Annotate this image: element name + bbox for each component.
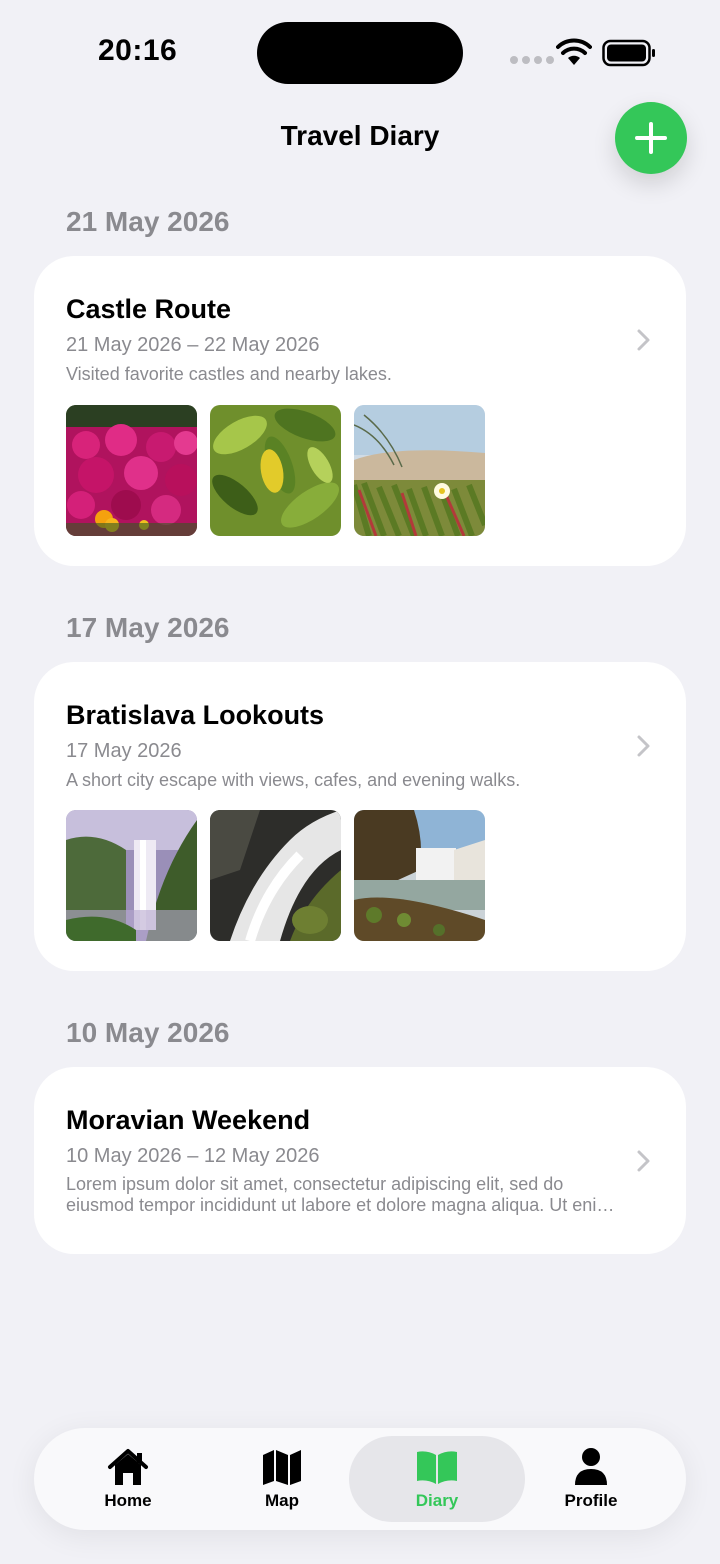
tab-label: Profile bbox=[564, 1491, 618, 1510]
house-icon bbox=[108, 1449, 148, 1485]
plus-icon bbox=[635, 122, 667, 154]
status-time: 20:16 bbox=[98, 34, 178, 67]
page-title: Travel Diary bbox=[280, 120, 440, 151]
chevron-right-icon bbox=[637, 1150, 650, 1172]
entry-title: Castle Route bbox=[66, 294, 232, 324]
flower-field-photo[interactable] bbox=[66, 405, 197, 536]
battery-icon bbox=[602, 39, 655, 67]
dune-flower-photo[interactable] bbox=[354, 405, 485, 536]
cliff-waterfall-photo[interactable] bbox=[354, 810, 485, 941]
cellular-signal-icon bbox=[510, 56, 554, 64]
lemon-leaves-photo[interactable] bbox=[210, 405, 341, 536]
tab-label: Home bbox=[104, 1491, 152, 1510]
tab-label: Diary bbox=[415, 1491, 459, 1510]
entry-dates: 10 May 2026 – 12 May 2026 bbox=[66, 1145, 320, 1167]
date-heading: 10 May 2026 bbox=[66, 1017, 230, 1048]
tab-profile[interactable]: Profile bbox=[503, 1436, 679, 1522]
misty-waterfall-photo[interactable] bbox=[66, 810, 197, 941]
add-entry-button[interactable] bbox=[615, 102, 687, 174]
wifi-icon bbox=[556, 38, 592, 65]
person-icon bbox=[575, 1448, 607, 1485]
entry-dates: 17 May 2026 bbox=[66, 740, 182, 762]
tab-diary[interactable]: Diary bbox=[349, 1436, 525, 1522]
book-icon bbox=[417, 1451, 457, 1484]
diary-entry-card[interactable]: Moravian Weekend 10 May 2026 – 12 May 20… bbox=[34, 1067, 686, 1254]
entry-title: Bratislava Lookouts bbox=[66, 700, 325, 730]
map-icon bbox=[263, 1450, 301, 1485]
tab-label: Map bbox=[265, 1491, 299, 1510]
tab-bar: Home Map Diary Profile bbox=[34, 1428, 686, 1530]
entry-dates: 21 May 2026 – 22 May 2026 bbox=[66, 334, 320, 356]
date-heading: 17 May 2026 bbox=[66, 612, 230, 643]
chevron-right-icon bbox=[637, 329, 650, 351]
tab-home[interactable]: Home bbox=[40, 1436, 216, 1522]
date-heading: 21 May 2026 bbox=[66, 206, 230, 237]
diary-entry-card[interactable]: Bratislava Lookouts 17 May 2026 A short … bbox=[34, 662, 686, 971]
diary-entry-card[interactable]: Castle Route 21 May 2026 – 22 May 2026 V… bbox=[34, 256, 686, 566]
cascade-rocks-photo[interactable] bbox=[210, 810, 341, 941]
entry-description: A short city escape with views, cafes, a… bbox=[66, 770, 521, 790]
entry-description: Lorem ipsum dolor sit amet, consectetur … bbox=[66, 1174, 612, 1215]
entry-description: Visited favorite castles and nearby lake… bbox=[66, 364, 392, 384]
tab-map[interactable]: Map bbox=[194, 1436, 370, 1522]
entry-title: Moravian Weekend bbox=[66, 1105, 311, 1135]
dynamic-island bbox=[257, 22, 463, 84]
chevron-right-icon bbox=[637, 735, 650, 757]
